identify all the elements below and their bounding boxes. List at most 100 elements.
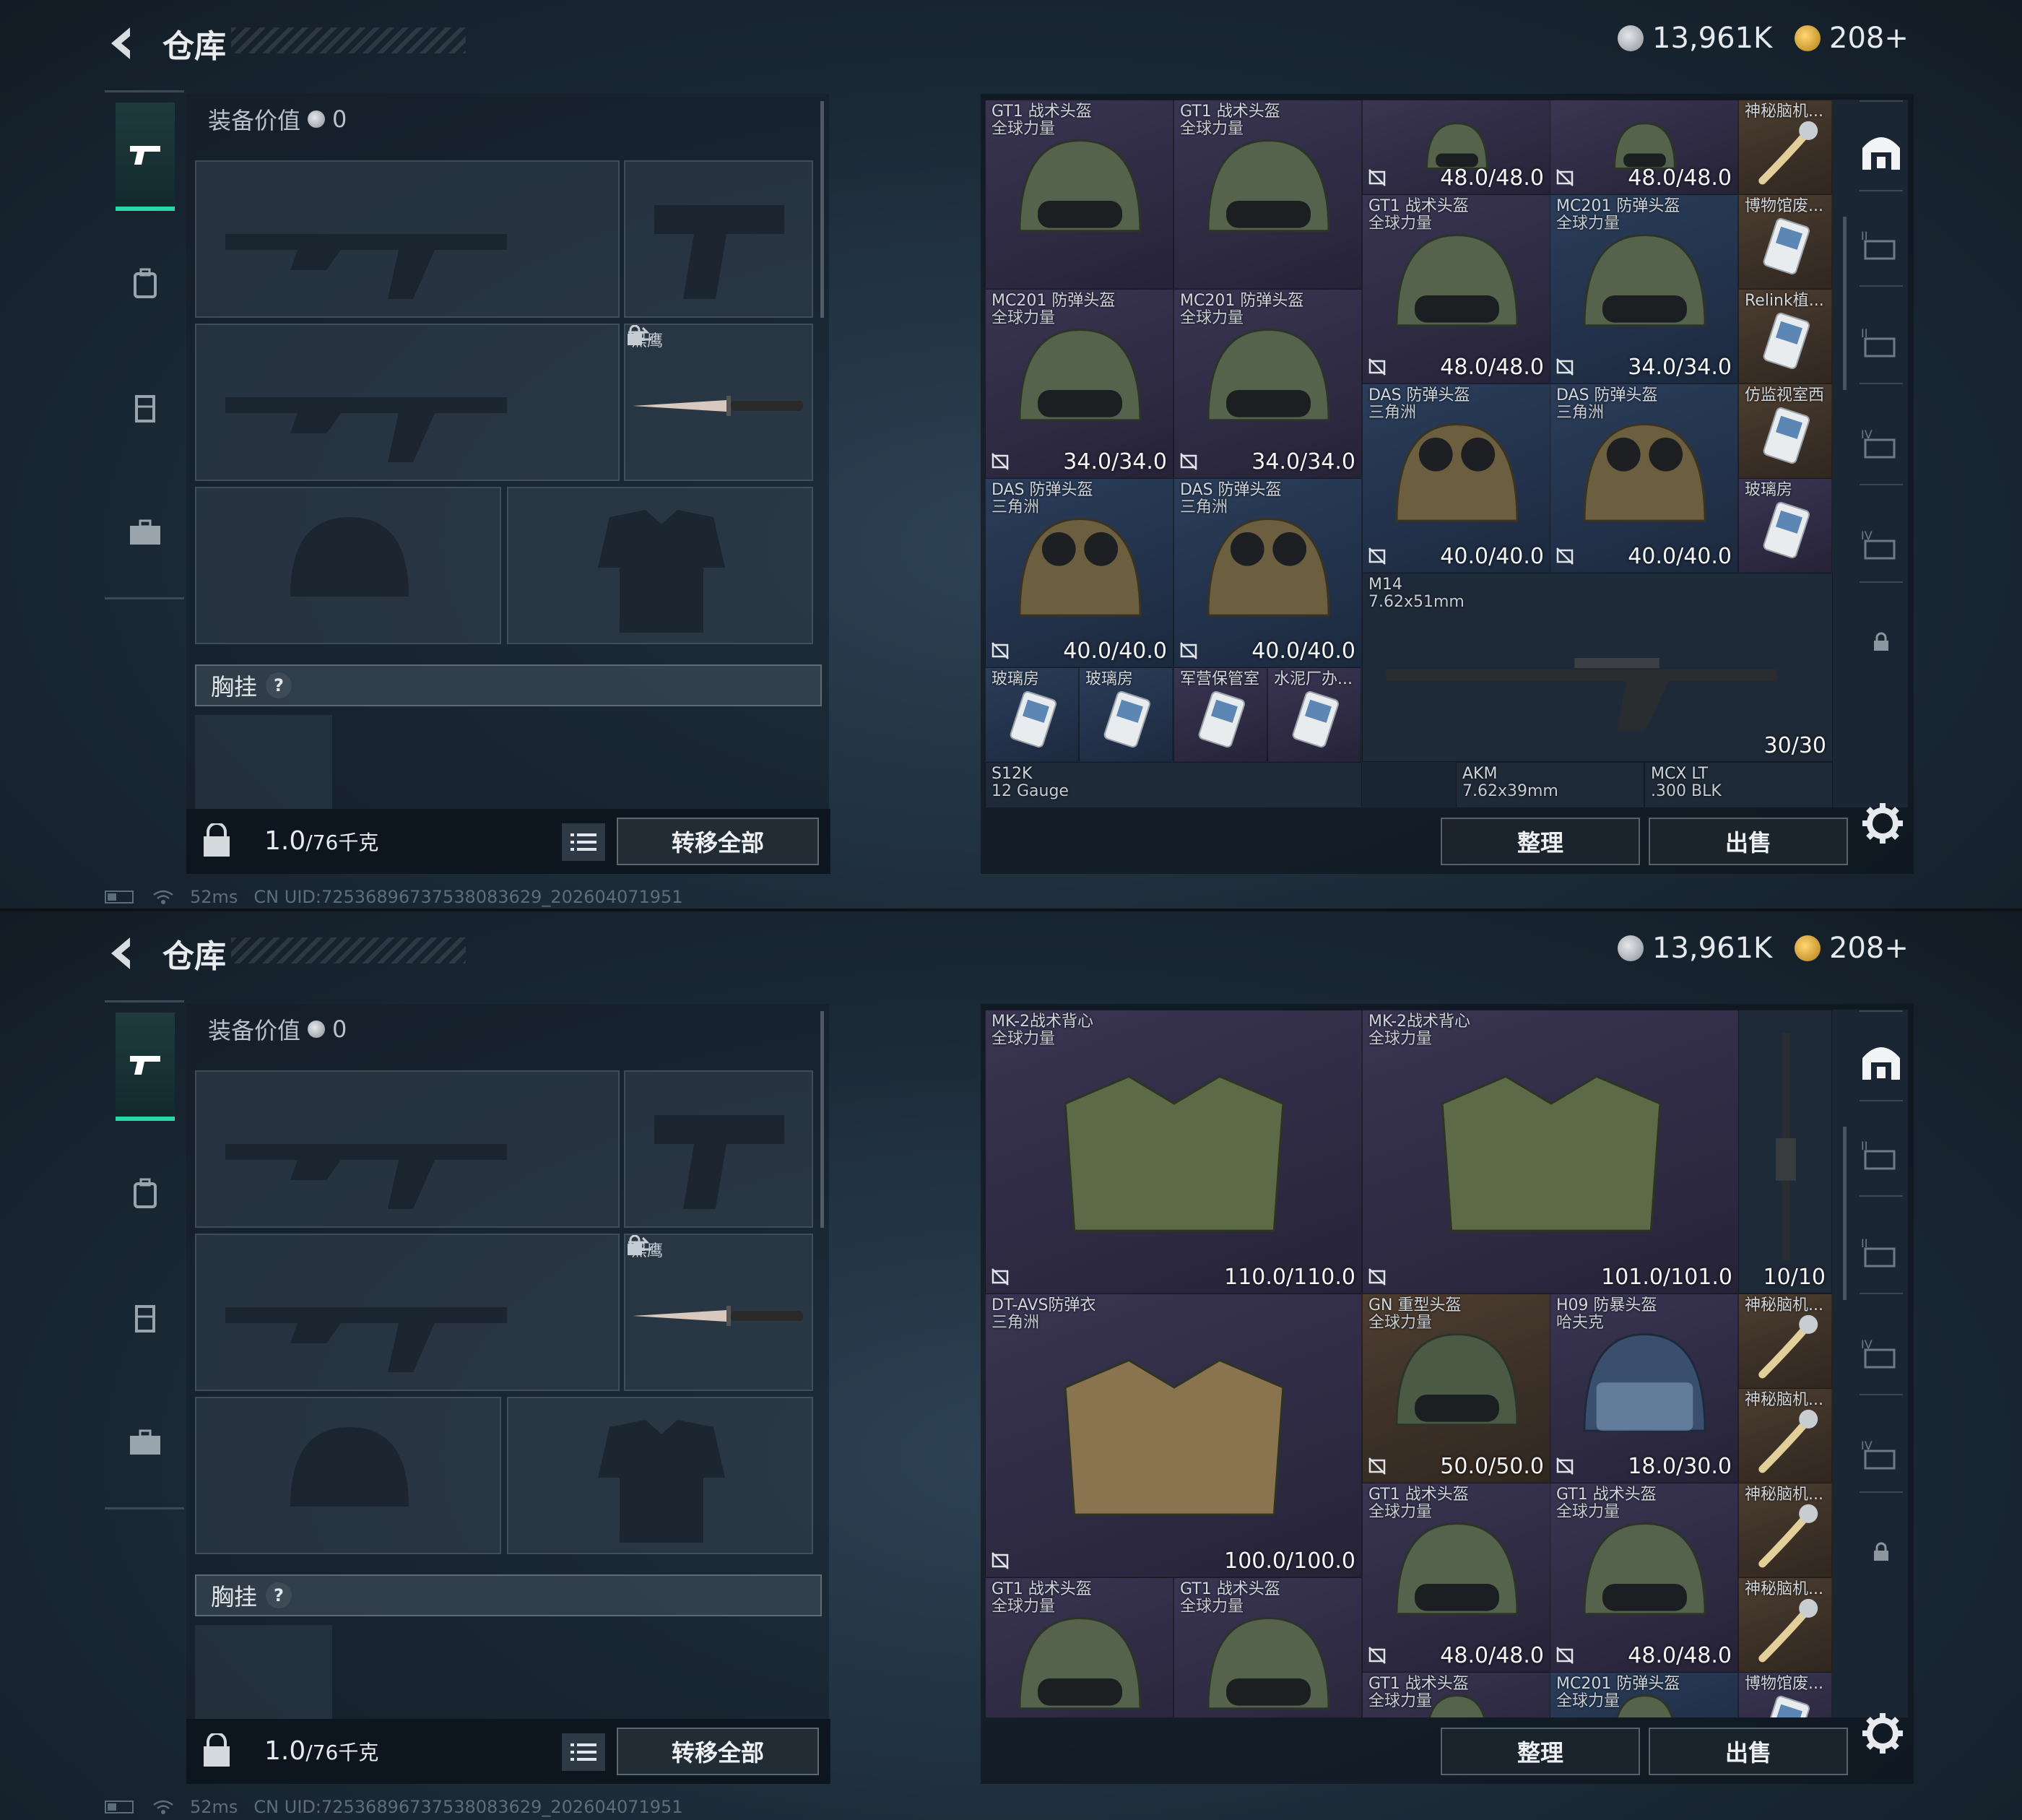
- stash-item[interactable]: DAS 防弹头盔 三角洲 40.0/40.0: [1362, 384, 1550, 573]
- stash-tab-ii-a[interactable]: II: [1857, 220, 1906, 269]
- list-view-button[interactable]: [562, 1733, 605, 1771]
- backpack-tab[interactable]: [116, 1140, 175, 1248]
- equipment-scrollbar[interactable]: [820, 1011, 824, 1228]
- stash-item[interactable]: MC201 防弹头盔 全球力量 34.0/34.0: [985, 289, 1173, 478]
- stash-home-tab[interactable]: [1857, 1036, 1906, 1086]
- stash-item[interactable]: GT1 战术头盔 全球力量: [985, 100, 1173, 289]
- stash-item[interactable]: 神秘脑机...: [1738, 1294, 1832, 1388]
- stash-item[interactable]: 博物馆废...: [1738, 194, 1832, 289]
- case-tab[interactable]: [116, 479, 175, 587]
- stash-item[interactable]: 神秘脑机...: [1738, 100, 1832, 194]
- vest-tab[interactable]: [116, 1264, 175, 1372]
- stash-item[interactable]: 玻璃房: [1738, 478, 1832, 573]
- stash-scrollbar[interactable]: [1843, 1127, 1847, 1300]
- transfer-all-button[interactable]: 转移全部: [617, 818, 819, 865]
- gold-currency[interactable]: 208+: [1795, 16, 1909, 61]
- stash-tab-iv-b[interactable]: IV: [1857, 1430, 1906, 1479]
- weapon-tab[interactable]: [116, 103, 175, 211]
- secondary-weapon-slot[interactable]: [195, 1234, 620, 1391]
- stash-item[interactable]: GT1 战术头盔 全球力量: [1173, 1577, 1362, 1717]
- stash-item[interactable]: GT1 战术头盔 全球力量: [1173, 100, 1362, 289]
- armor-slot[interactable]: [507, 1397, 813, 1554]
- secondary-weapon-slot[interactable]: [195, 324, 620, 481]
- stash-tab-ii-b[interactable]: II: [1857, 1228, 1906, 1277]
- list-view-button[interactable]: [562, 823, 605, 861]
- stash-item[interactable]: MCX LT .300 BLK: [1644, 762, 1833, 807]
- stash-item[interactable]: DAS 防弹头盔 三角洲 40.0/40.0: [985, 478, 1173, 667]
- stash-item[interactable]: GT1 战术头盔 全球力量: [1362, 1672, 1550, 1717]
- stash-item[interactable]: 玻璃房: [1079, 667, 1173, 762]
- stash-item[interactable]: GN 重型头盔 全球力量 50.0/50.0: [1362, 1294, 1550, 1483]
- stash-item[interactable]: 神秘脑机...: [1738, 1483, 1832, 1577]
- stash-item[interactable]: 神秘脑机...: [1738, 1577, 1832, 1672]
- back-arrow-icon[interactable]: [101, 932, 144, 975]
- stash-item[interactable]: DAS 防弹头盔 三角洲 40.0/40.0: [1550, 384, 1738, 573]
- settings-gear-icon[interactable]: [1860, 800, 1906, 846]
- sidearm-slot[interactable]: [624, 1070, 813, 1228]
- stash-item[interactable]: GT1 战术头盔 全球力量 48.0/48.0: [1362, 194, 1550, 384]
- stash-item[interactable]: 军营保管室: [1173, 667, 1267, 762]
- chest-rig-label: 胸挂: [211, 1583, 258, 1611]
- equipment-scrollbar[interactable]: [820, 101, 824, 318]
- stash-item[interactable]: MC201 防弹头盔 全球力量 34.0/34.0: [1173, 289, 1362, 478]
- stash-tab-iv-a[interactable]: IV: [1857, 419, 1906, 468]
- stash-tab-ii-b[interactable]: II: [1857, 318, 1906, 367]
- stash-item[interactable]: AKM 7.62x39mm: [1456, 762, 1644, 807]
- transfer-all-button[interactable]: 转移全部: [617, 1728, 819, 1775]
- helmet-slot[interactable]: [195, 1397, 501, 1554]
- sell-button[interactable]: 出售: [1649, 1728, 1848, 1775]
- stash-item[interactable]: MK-2战术背心 全球力量 110.0/110.0: [985, 1010, 1362, 1294]
- backpack-tab[interactable]: [116, 230, 175, 338]
- stash-item[interactable]: GT1 战术头盔 全球力量 48.0/48.0: [1550, 1483, 1738, 1672]
- stash-home-tab[interactable]: [1857, 126, 1906, 176]
- settings-gear-icon[interactable]: [1860, 1710, 1906, 1756]
- back-arrow-icon[interactable]: [101, 22, 144, 65]
- weapon-tab[interactable]: [116, 1013, 175, 1121]
- stash-item[interactable]: DT-AVS防弹衣 三角洲 100.0/100.0: [985, 1294, 1362, 1577]
- stash-item[interactable]: DAS 防弹头盔 三角洲 40.0/40.0: [1173, 478, 1362, 667]
- vest-tab[interactable]: [116, 354, 175, 462]
- stash-item[interactable]: 48.0/48.0: [1362, 100, 1550, 194]
- tidy-button[interactable]: 整理: [1441, 818, 1640, 865]
- stash-item[interactable]: GT1 战术头盔 全球力量: [985, 1577, 1173, 1717]
- stash-tab-iv-b[interactable]: IV: [1857, 520, 1906, 569]
- stash-item[interactable]: 神秘脑机...: [1738, 1388, 1832, 1483]
- melee-slot[interactable]: 黑鹰: [624, 1234, 813, 1391]
- sell-button[interactable]: 出售: [1649, 818, 1848, 865]
- stash-item[interactable]: M14 7.62x51mm 30/30: [1362, 573, 1833, 762]
- tidy-button[interactable]: 整理: [1441, 1728, 1640, 1775]
- stash-item[interactable]: MK-2战术背心 全球力量 101.0/101.0: [1362, 1010, 1739, 1294]
- stash-tab-iv-a[interactable]: IV: [1857, 1329, 1906, 1378]
- stash-item[interactable]: 仿监视室西: [1738, 384, 1832, 478]
- helmet-slot[interactable]: [195, 487, 501, 644]
- stash-item[interactable]: MC201 防弹头盔 全球力量: [1550, 1672, 1738, 1717]
- stash-tab-locked[interactable]: [1857, 618, 1906, 667]
- stash-item[interactable]: 10/10: [1738, 1010, 1832, 1294]
- stash-tab-locked[interactable]: [1857, 1528, 1906, 1577]
- bag-lock-icon[interactable]: [202, 1733, 231, 1768]
- chest-rig-slot[interactable]: [195, 715, 332, 809]
- bag-lock-icon[interactable]: [202, 823, 231, 858]
- case-tab[interactable]: [116, 1389, 175, 1497]
- chest-rig-slot[interactable]: [195, 1625, 332, 1719]
- stash-scrollbar[interactable]: [1843, 217, 1847, 390]
- primary-weapon-slot[interactable]: [195, 1070, 620, 1228]
- stash-item[interactable]: 博物馆废...: [1738, 1672, 1832, 1717]
- stash-item[interactable]: 水泥厂办...: [1267, 667, 1361, 762]
- stash-item[interactable]: GT1 战术头盔 全球力量 48.0/48.0: [1362, 1483, 1550, 1672]
- help-icon[interactable]: ?: [266, 672, 292, 698]
- stash-item[interactable]: 48.0/48.0: [1550, 100, 1738, 194]
- stash-item[interactable]: 玻璃房: [985, 667, 1079, 762]
- stash-item[interactable]: MC201 防弹头盔 全球力量 34.0/34.0: [1550, 194, 1738, 384]
- warehouse-screen-2: 仓库 13,961K 208+ 装备价值 0 黑鹰 胸挂 ? 1.0/76千克 …: [0, 910, 2022, 1820]
- primary-weapon-slot[interactable]: [195, 160, 620, 318]
- armor-slot[interactable]: [507, 487, 813, 644]
- stash-item[interactable]: S12K 12 Gauge: [985, 762, 1362, 807]
- stash-tab-ii-a[interactable]: II: [1857, 1130, 1906, 1179]
- stash-item[interactable]: Relink植...: [1738, 289, 1832, 384]
- gold-currency[interactable]: 208+: [1795, 926, 1909, 971]
- melee-slot[interactable]: 黑鹰: [624, 324, 813, 481]
- stash-item[interactable]: H09 防暴头盔 哈夫克 18.0/30.0: [1550, 1294, 1738, 1483]
- sidearm-slot[interactable]: [624, 160, 813, 318]
- help-icon[interactable]: ?: [266, 1582, 292, 1608]
